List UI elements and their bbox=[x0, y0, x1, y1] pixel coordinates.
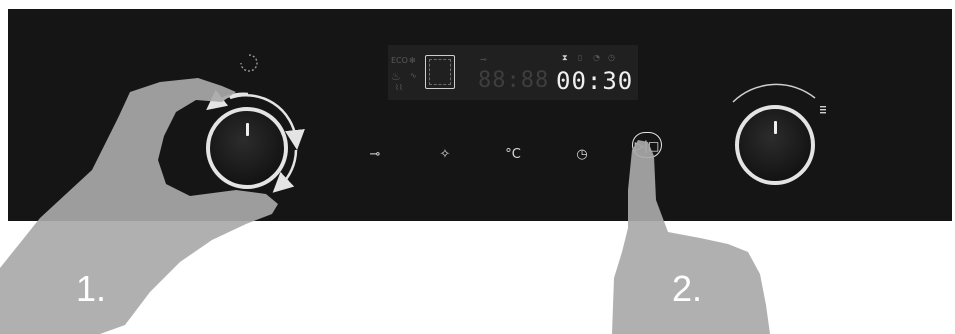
rotate-arrow-outer bbox=[229, 94, 305, 150]
left-hand bbox=[0, 78, 278, 334]
overlay-graphics bbox=[0, 54, 826, 334]
step-1-label: 1. bbox=[76, 268, 107, 309]
menu-icon bbox=[820, 106, 826, 114]
spinner-icon bbox=[240, 54, 258, 72]
step-2-label: 2. bbox=[672, 268, 703, 309]
temperature-scale-arc bbox=[732, 83, 816, 103]
rotate-arrow-lower bbox=[272, 149, 298, 193]
illustration: ECO ♨ ⌇⌇ ✻ ∿ ⊸ 88:88 ⧗ ▯ ◔ ◷ 00:30 ⊸ ✧ °… bbox=[0, 0, 955, 334]
